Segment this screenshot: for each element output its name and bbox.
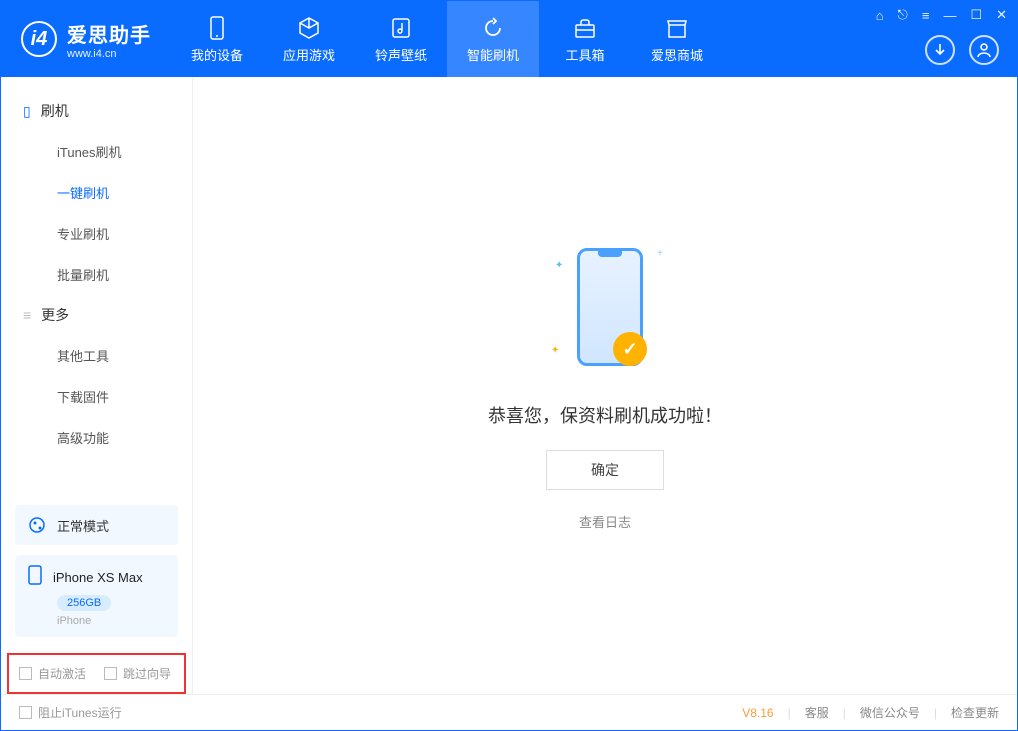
sparkle-icon: + xyxy=(657,248,663,259)
close-button[interactable]: ✕ xyxy=(996,7,1007,23)
highlighted-options: 自动激活 跳过向导 xyxy=(7,653,186,694)
sidebar-item-itunes-flash[interactable]: iTunes刷机 xyxy=(1,131,192,172)
device-type: iPhone xyxy=(57,615,166,627)
ok-button[interactable]: 确定 xyxy=(546,450,664,490)
device-icon: ▯ xyxy=(23,103,31,120)
checkbox-skip-guide[interactable]: 跳过向导 xyxy=(104,665,171,682)
header-right-buttons xyxy=(925,35,999,65)
tab-ringtone-wallpaper[interactable]: 铃声壁纸 xyxy=(355,1,447,77)
logo-area: i4 爱思助手 www.i4.cn xyxy=(1,1,171,77)
sparkle-icon: ✦ xyxy=(555,260,563,271)
app-subtitle: www.i4.cn xyxy=(67,48,151,60)
sparkle-icon: ✦ xyxy=(551,345,559,356)
footer-link-wechat[interactable]: 微信公众号 xyxy=(860,704,920,721)
tab-my-device[interactable]: 我的设备 xyxy=(171,1,263,77)
view-log-link[interactable]: 查看日志 xyxy=(579,512,631,531)
version-label: V8.16 xyxy=(742,706,773,720)
checkmark-badge-icon: ✓ xyxy=(613,332,647,366)
toolbox-icon xyxy=(572,15,598,41)
refresh-icon xyxy=(480,15,506,41)
list-icon: ≡ xyxy=(23,307,31,323)
store-icon xyxy=(664,15,690,41)
sidebar-item-oneclick-flash[interactable]: 一键刷机 xyxy=(1,172,192,213)
sidebar-group-flash: ▯ 刷机 xyxy=(1,91,192,131)
menu-icon[interactable]: ≡ xyxy=(922,8,930,23)
app-header: i4 爱思助手 www.i4.cn 我的设备 应用游戏 铃声壁纸 智能刷机 工具… xyxy=(1,1,1017,77)
sidebar-item-advanced[interactable]: 高级功能 xyxy=(1,417,192,458)
main-content: ✦ ✦ + ✓ 恭喜您，保资料刷机成功啦！ 确定 查看日志 xyxy=(193,77,1017,694)
logo-icon: i4 xyxy=(21,21,57,57)
sidebar-item-pro-flash[interactable]: 专业刷机 xyxy=(1,213,192,254)
sidebar-item-other-tools[interactable]: 其他工具 xyxy=(1,335,192,376)
mode-card[interactable]: 正常模式 xyxy=(15,505,178,545)
footer-link-support[interactable]: 客服 xyxy=(805,704,829,721)
device-phone-icon xyxy=(27,565,43,590)
device-storage-badge: 256GB xyxy=(57,595,111,611)
music-icon xyxy=(388,15,414,41)
mode-label: 正常模式 xyxy=(57,516,109,535)
window-controls: ⌂ ⎋ ≡ — ☐ ✕ xyxy=(876,7,1007,23)
tab-toolbox[interactable]: 工具箱 xyxy=(539,1,631,77)
device-card[interactable]: iPhone XS Max 256GB iPhone xyxy=(15,555,178,637)
sidebar-item-download-firmware[interactable]: 下载固件 xyxy=(1,376,192,417)
minimize-button[interactable]: — xyxy=(943,8,956,23)
lock-icon[interactable]: ⎋ xyxy=(898,7,908,23)
footer: 阻止iTunes运行 V8.16 | 客服 | 微信公众号 | 检查更新 xyxy=(1,694,1017,730)
tab-apps-games[interactable]: 应用游戏 xyxy=(263,1,355,77)
checkbox-icon xyxy=(19,667,32,680)
user-button[interactable] xyxy=(969,35,999,65)
sidebar: ▯ 刷机 iTunes刷机 一键刷机 专业刷机 批量刷机 ≡ 更多 其他工具 下… xyxy=(1,77,193,694)
checkbox-icon xyxy=(104,667,117,680)
app-title: 爱思助手 xyxy=(67,19,151,48)
success-message: 恭喜您，保资料刷机成功啦！ xyxy=(488,402,722,428)
footer-link-update[interactable]: 检查更新 xyxy=(951,704,999,721)
phone-icon xyxy=(204,15,230,41)
cube-icon xyxy=(296,15,322,41)
device-name: iPhone XS Max xyxy=(53,570,143,585)
download-button[interactable] xyxy=(925,35,955,65)
tab-smart-flash[interactable]: 智能刷机 xyxy=(447,1,539,77)
main-tabs: 我的设备 应用游戏 铃声壁纸 智能刷机 工具箱 爱思商城 xyxy=(171,1,723,77)
tab-store[interactable]: 爱思商城 xyxy=(631,1,723,77)
checkbox-block-itunes[interactable]: 阻止iTunes运行 xyxy=(19,704,122,721)
maximize-button[interactable]: ☐ xyxy=(970,7,982,23)
mode-icon xyxy=(27,515,47,535)
shirt-icon[interactable]: ⌂ xyxy=(876,8,884,23)
success-illustration: ✦ ✦ + ✓ xyxy=(545,240,665,380)
checkbox-icon xyxy=(19,706,32,719)
sidebar-item-batch-flash[interactable]: 批量刷机 xyxy=(1,254,192,295)
checkbox-auto-activate[interactable]: 自动激活 xyxy=(19,665,86,682)
sidebar-group-more: ≡ 更多 xyxy=(1,295,192,335)
